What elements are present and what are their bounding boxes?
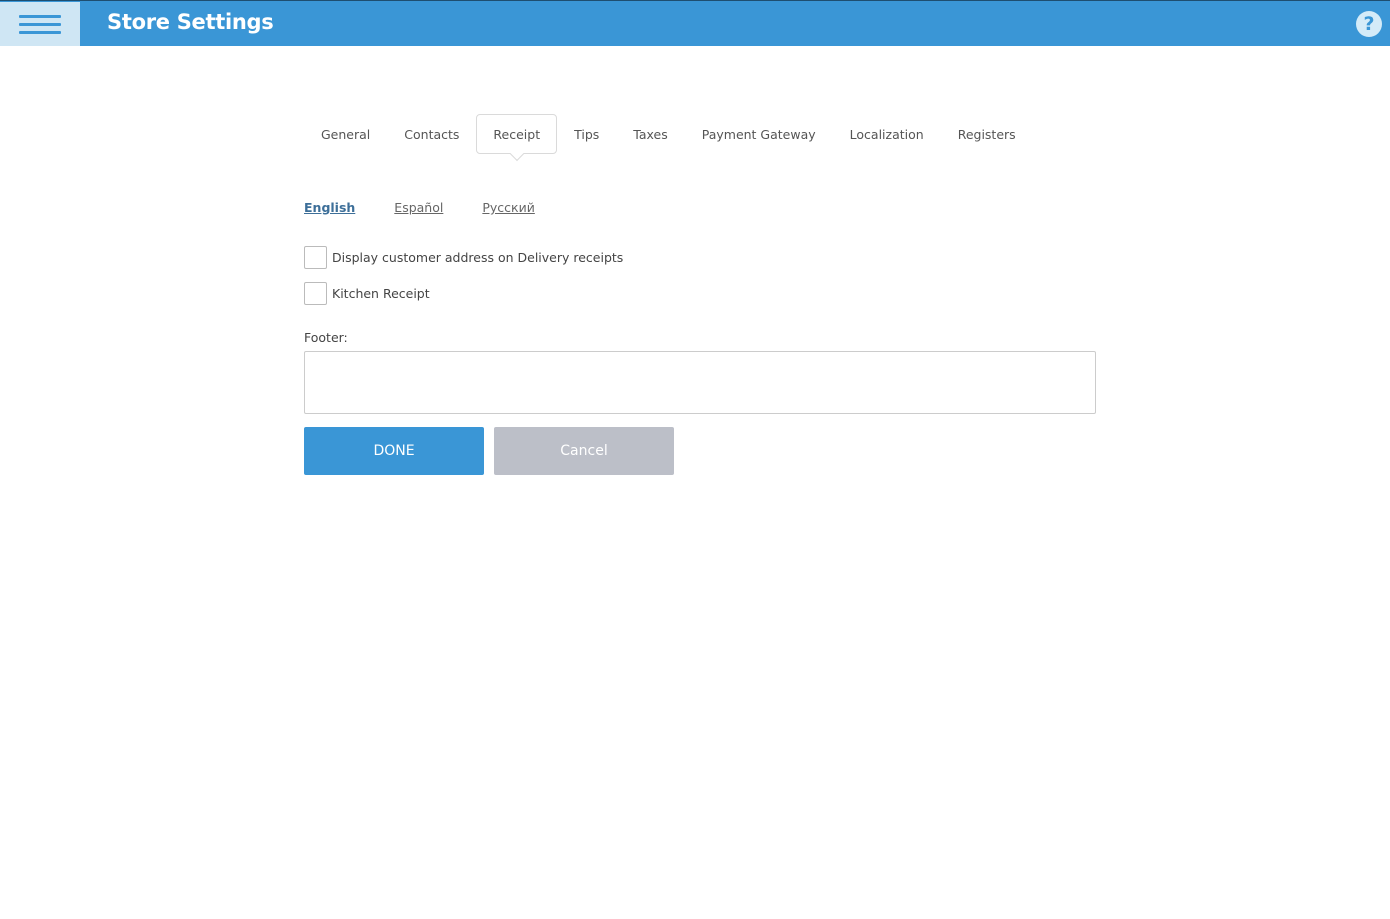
top-bar: Store Settings ? bbox=[0, 0, 1390, 46]
display-address-checkbox[interactable] bbox=[304, 246, 327, 269]
settings-tabs: General Contacts Receipt Tips Taxes Paym… bbox=[304, 114, 1033, 154]
tab-receipt[interactable]: Receipt bbox=[476, 114, 558, 154]
tab-contacts[interactable]: Contacts bbox=[387, 114, 476, 154]
menu-line bbox=[19, 14, 61, 18]
tab-general[interactable]: General bbox=[304, 114, 387, 154]
display-address-label: Display customer address on Delivery rec… bbox=[332, 250, 624, 265]
kitchen-receipt-option: Kitchen Receipt bbox=[304, 282, 430, 305]
language-espanol-link[interactable]: Español bbox=[394, 200, 443, 215]
menu-line bbox=[19, 30, 61, 34]
tab-localization[interactable]: Localization bbox=[833, 114, 941, 154]
language-russian-link[interactable]: Русский bbox=[482, 200, 534, 215]
cancel-button[interactable]: Cancel bbox=[494, 427, 674, 475]
help-question-icon[interactable]: ? bbox=[1356, 11, 1382, 37]
footer-label: Footer: bbox=[304, 330, 348, 345]
footer-textarea[interactable] bbox=[304, 351, 1096, 414]
display-address-option: Display customer address on Delivery rec… bbox=[304, 246, 623, 269]
language-switcher: English Español Русский bbox=[304, 200, 574, 215]
tab-registers[interactable]: Registers bbox=[941, 114, 1033, 154]
menu-line bbox=[19, 22, 61, 26]
hamburger-menu-icon[interactable] bbox=[0, 2, 80, 46]
language-english-link[interactable]: English bbox=[304, 200, 355, 215]
kitchen-receipt-label: Kitchen Receipt bbox=[332, 286, 430, 301]
tab-payment-gateway[interactable]: Payment Gateway bbox=[685, 114, 833, 154]
done-button[interactable]: DONE bbox=[304, 427, 484, 475]
tab-tips[interactable]: Tips bbox=[557, 114, 616, 154]
kitchen-receipt-checkbox[interactable] bbox=[304, 282, 327, 305]
page-title: Store Settings bbox=[107, 10, 274, 34]
tab-taxes[interactable]: Taxes bbox=[616, 114, 684, 154]
